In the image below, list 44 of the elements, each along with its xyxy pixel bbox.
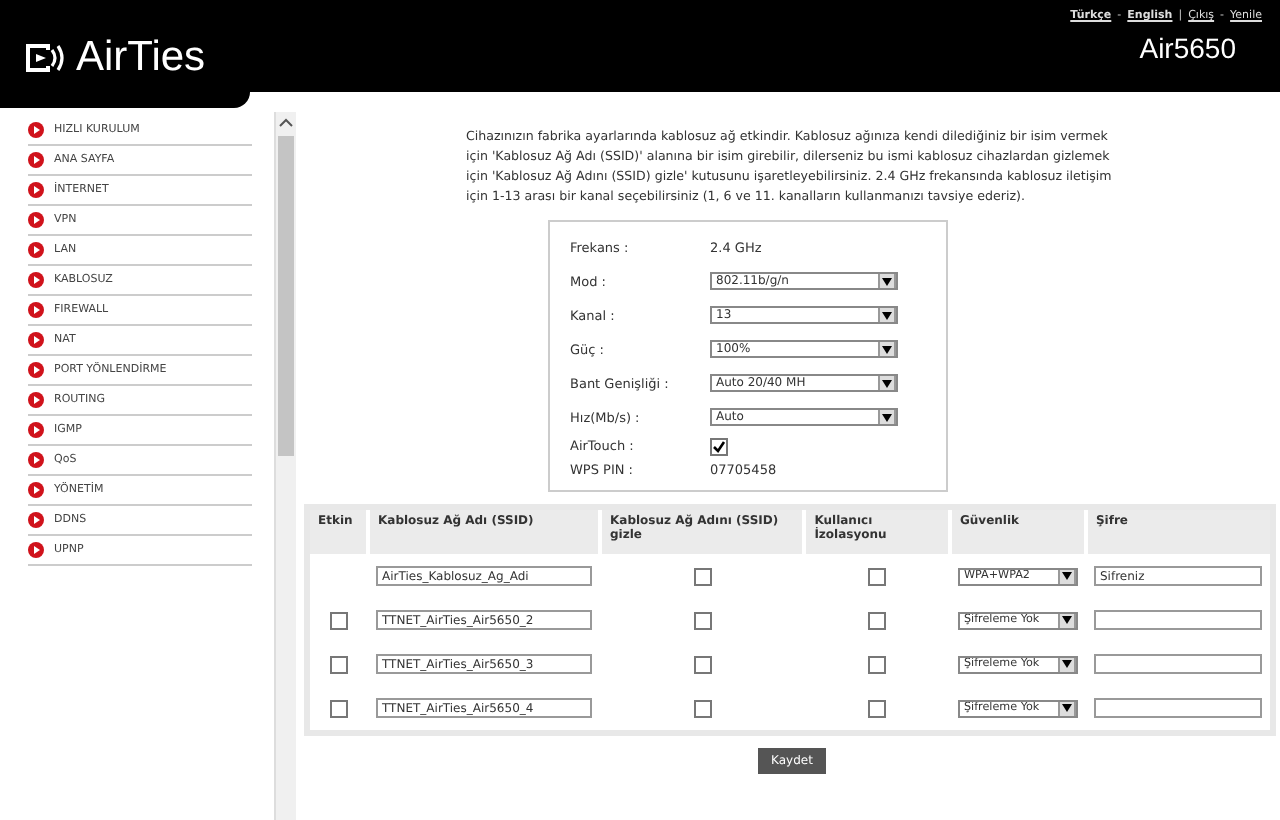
- scroll-up-icon[interactable]: [278, 116, 294, 128]
- checkbox[interactable]: [330, 655, 348, 673]
- arrow-icon: [28, 302, 44, 318]
- arrow-icon: [28, 272, 44, 288]
- password-field[interactable]: [1093, 654, 1262, 674]
- arrow-icon: [28, 212, 44, 228]
- checkbox[interactable]: [868, 611, 887, 629]
- arrow-icon: [28, 122, 44, 138]
- arrow-icon: [28, 182, 44, 198]
- arrow-icon: [28, 392, 44, 408]
- logo-icon: [22, 40, 66, 76]
- dropdown-arrow-icon: [878, 410, 896, 424]
- dropdown-arrow-icon: [1057, 613, 1076, 627]
- dropdown-arrow-icon: [878, 376, 896, 390]
- arrow-icon: [28, 452, 44, 468]
- model-name: Air5650: [1139, 32, 1236, 64]
- dropdown-arrow-icon: [1057, 569, 1076, 583]
- password-field[interactable]: [1093, 610, 1262, 630]
- checkbox[interactable]: [868, 567, 887, 585]
- arrow-icon: [28, 152, 44, 168]
- dropdown-arrow-icon: [878, 274, 896, 288]
- arrow-icon: [28, 482, 44, 498]
- dropdown-arrow-icon: [1057, 701, 1076, 715]
- logo-text: AirTies: [76, 34, 206, 82]
- arrow-icon: [28, 362, 44, 378]
- checkbox[interactable]: [693, 611, 712, 629]
- checkbox[interactable]: [693, 699, 712, 717]
- arrow-icon: [28, 542, 44, 558]
- dropdown-arrow-icon: [1057, 657, 1076, 671]
- checkbox[interactable]: [693, 567, 712, 585]
- arrow-icon: [28, 332, 44, 348]
- arrow-icon: [28, 422, 44, 438]
- checkbox[interactable]: [330, 699, 348, 717]
- checkbox[interactable]: [693, 655, 712, 673]
- checkbox[interactable]: [868, 655, 887, 673]
- checkbox[interactable]: [710, 437, 728, 455]
- dropdown-arrow-icon: [878, 342, 896, 356]
- password-field[interactable]: [1093, 698, 1262, 718]
- checkbox[interactable]: [868, 699, 887, 717]
- arrow-icon: [28, 512, 44, 528]
- dropdown-arrow-icon: [878, 308, 896, 322]
- checkbox[interactable]: [330, 611, 348, 629]
- scrollbar[interactable]: [274, 112, 296, 820]
- arrow-icon: [28, 242, 44, 258]
